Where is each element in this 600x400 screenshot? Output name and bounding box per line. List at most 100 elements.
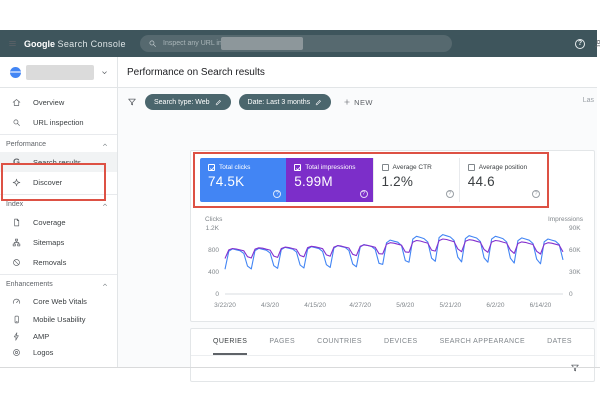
sidebar-item-label: Overview <box>33 97 65 107</box>
svg-text:4/15/20: 4/15/20 <box>304 302 326 309</box>
sidebar-section-index[interactable]: Index <box>0 197 117 212</box>
sidebar-item-label: URL inspection <box>33 117 84 127</box>
sidebar-divider <box>0 194 117 195</box>
checkbox-unchecked-icon[interactable] <box>381 164 389 171</box>
metric-label: Average position <box>478 164 528 171</box>
performance-chart: Clicks Impressions 1.2K 800 400 0 90K 60K 30K 0 3/… <box>191 213 596 321</box>
svg-text:0: 0 <box>215 291 219 298</box>
top-app-bar: Google Search Console Inspect any URL in… <box>0 30 600 57</box>
menu-icon[interactable] <box>8 39 17 48</box>
sidebar-item-search-results[interactable]: G Search results <box>0 152 117 172</box>
filter-chip-search-type[interactable]: Search type: Web <box>145 94 231 110</box>
bolt-icon <box>12 331 21 341</box>
sidebar-item-label: Discover <box>33 177 63 187</box>
property-selector[interactable] <box>0 57 117 88</box>
brand-google: Google <box>24 38 55 49</box>
sidebar-item-sitemaps[interactable]: Sitemaps <box>0 232 117 252</box>
collapse-icon <box>101 281 109 289</box>
account-icon[interactable] <box>594 39 600 48</box>
main-content: Performance on Search results Search typ… <box>118 57 597 382</box>
filter-chips: Search type: Web Date: Last 3 months <box>145 94 332 110</box>
discover-icon <box>12 178 21 187</box>
sidebar-item-amp[interactable]: AMP <box>0 328 117 344</box>
metric-card-header: Total clicks <box>200 158 286 171</box>
sidebar-section-performance[interactable]: Performance <box>0 137 117 152</box>
table-filter-icon[interactable] <box>570 363 580 373</box>
coverage-icon <box>12 218 21 227</box>
metric-card-average-position[interactable]: Average position 44.6? <box>458 158 545 202</box>
tab-queries[interactable]: QUERIES <box>213 329 248 355</box>
metric-help-icon[interactable]: ? <box>532 190 540 198</box>
metric-help-icon[interactable]: ? <box>359 190 368 198</box>
metric-card-average-ctr[interactable]: Average CTR 1.2%? <box>372 158 459 202</box>
tab-dates[interactable]: DATES <box>547 329 572 355</box>
new-filter-label: NEW <box>354 97 373 107</box>
svg-text:60K: 60K <box>569 247 581 254</box>
sidebar: Overview URL inspection Performance G Search… <box>0 57 118 367</box>
redacted-property-url <box>221 37 303 50</box>
dimension-tabs: QUERIES PAGES COUNTRIES DEVICES SEARCH APPEA… <box>191 329 594 356</box>
performance-chart-card: Total clicks 74.5K? Total impressions 5.99M… <box>190 150 595 322</box>
sidebar-item-logos[interactable]: Logos <box>0 344 117 360</box>
tab-devices[interactable]: DEVICES <box>384 329 418 355</box>
sidebar-item-label: Sitemaps <box>33 237 65 247</box>
plus-icon <box>343 98 351 106</box>
filter-chip-date[interactable]: Date: Last 3 months <box>238 94 332 110</box>
page-title: Performance on Search results <box>127 66 265 78</box>
sidebar-item-label: Search results <box>33 157 81 167</box>
filter-funnel-icon[interactable] <box>127 97 137 107</box>
sidebar-item-overview[interactable]: Overview <box>0 92 117 112</box>
checkbox-unchecked-icon[interactable] <box>467 164 475 171</box>
svg-text:0: 0 <box>569 291 573 298</box>
new-filter-button[interactable]: NEW <box>343 98 373 107</box>
svg-text:400: 400 <box>208 269 219 276</box>
url-inspect-search-input[interactable]: Inspect any URL in <box>140 35 452 52</box>
metric-label: Total impressions <box>305 164 356 171</box>
sidebar-item-coverage[interactable]: Coverage <box>0 212 117 232</box>
sidebar-item-removals[interactable]: Removals <box>0 252 117 272</box>
svg-text:4/3/20: 4/3/20 <box>261 302 279 309</box>
property-icon <box>10 66 21 78</box>
app-window: Google Search Console Inspect any URL in… <box>0 30 600 382</box>
chevron-down-icon <box>100 68 109 77</box>
table-toolbar <box>191 356 594 381</box>
metric-value: 5.99M <box>294 174 333 189</box>
help-icon[interactable]: ? <box>575 38 585 49</box>
sidebar-item-mobile-usability[interactable]: Mobile Usability <box>0 310 117 328</box>
tab-pages[interactable]: PAGES <box>269 329 295 355</box>
sidebar-item-label: Logos <box>33 347 54 357</box>
sidebar-item-label: Mobile Usability <box>33 314 86 324</box>
svg-text:6/14/20: 6/14/20 <box>530 302 552 309</box>
window-bottom-edge <box>0 367 600 368</box>
series-total-impressions <box>224 238 564 259</box>
tab-countries[interactable]: COUNTRIES <box>317 329 362 355</box>
metric-help-icon[interactable]: ? <box>273 190 282 198</box>
search-icon <box>148 39 157 48</box>
sidebar-item-url-inspection[interactable]: URL inspection <box>0 112 117 132</box>
svg-text:30K: 30K <box>569 269 581 276</box>
tab-search-appearance[interactable]: SEARCH APPEARANCE <box>440 329 525 355</box>
section-label: Enhancements <box>6 281 53 288</box>
removals-icon <box>12 258 21 267</box>
section-label: Index <box>6 201 24 208</box>
checkbox-checked-icon[interactable] <box>208 164 215 171</box>
sidebar-item-discover[interactable]: Discover <box>0 172 117 192</box>
sidebar-divider <box>0 134 117 135</box>
metric-card-total-clicks[interactable]: Total clicks 74.5K? <box>200 158 287 202</box>
checkbox-checked-icon[interactable] <box>294 164 302 171</box>
sidebar-section-enhancements[interactable]: Enhancements <box>0 277 117 292</box>
svg-text:3/22/20: 3/22/20 <box>214 302 236 309</box>
metric-value: 74.5K <box>208 174 245 189</box>
svg-text:Impressions: Impressions <box>548 216 584 223</box>
metric-label: Average CTR <box>392 164 432 171</box>
metric-card-total-impressions[interactable]: Total impressions 5.99M? <box>286 158 373 202</box>
metric-help-icon[interactable]: ? <box>445 190 454 198</box>
gauge-icon <box>12 297 21 306</box>
svg-text:5/9/20: 5/9/20 <box>396 302 414 309</box>
metric-card-header: Total impressions <box>286 158 372 171</box>
sidebar-item-label: Removals <box>33 257 67 267</box>
phone-icon <box>12 315 21 324</box>
svg-text:5/21/20: 5/21/20 <box>439 302 461 309</box>
sidebar-item-core-web-vitals[interactable]: Core Web Vitals <box>0 292 117 310</box>
app-title: Google Search Console <box>24 39 126 49</box>
